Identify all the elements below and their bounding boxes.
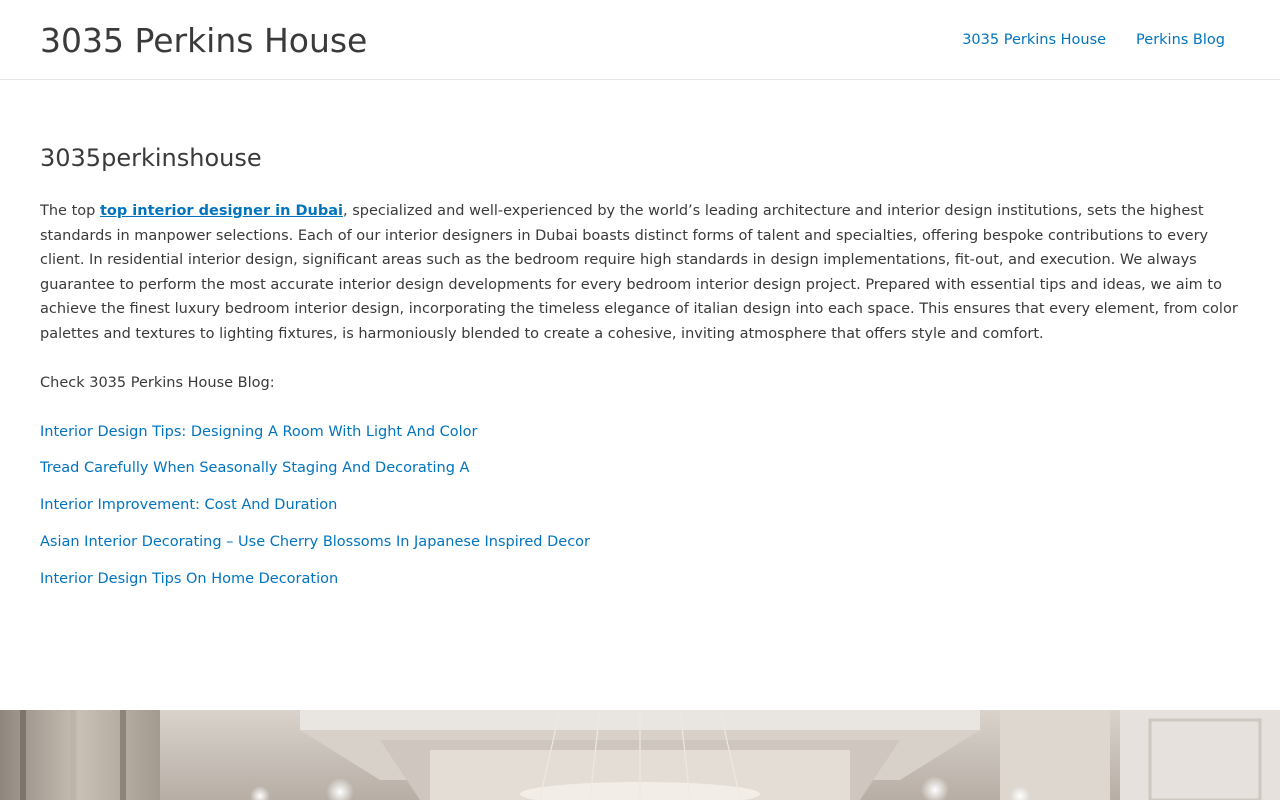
intro-text-rest: , specialized and well-experienced by th… [40, 203, 1238, 342]
interior-room-illustration [0, 710, 1280, 800]
site-title-link[interactable]: 3035 Perkins House [40, 21, 367, 60]
nav-item-3035-perkins-house[interactable]: 3035 Perkins House [962, 32, 1106, 48]
blog-intro-text: Check 3035 Perkins House Blog: [40, 374, 275, 391]
blog-post-link[interactable]: Interior Improvement: Cost And Duration [40, 497, 337, 513]
list-item: Interior Design Tips On Home Decoration [40, 567, 1240, 604]
page-title: 3035perkinshouse [40, 144, 262, 172]
list-item: Interior Design Tips: Designing A Room W… [40, 420, 1240, 457]
interior-designer-dubai-link[interactable]: top interior designer in Dubai [100, 203, 343, 219]
blog-post-link[interactable]: Interior Design Tips On Home Decoration [40, 571, 338, 587]
blog-post-link[interactable]: Tread Carefully When Seasonally Staging … [40, 460, 469, 476]
list-item: Tread Carefully When Seasonally Staging … [40, 456, 1240, 493]
primary-nav: 3035 Perkins House Perkins Blog [962, 32, 1240, 48]
hero-interior-image [0, 710, 1280, 800]
site-header: 3035 Perkins House 3035 Perkins House Pe… [0, 0, 1280, 80]
nav-item-perkins-blog[interactable]: Perkins Blog [1136, 32, 1225, 48]
blog-post-list: Interior Design Tips: Designing A Room W… [40, 420, 1240, 604]
intro-text-start: The top [40, 203, 100, 219]
intro-paragraph: The top top interior designer in Dubai, … [40, 199, 1245, 347]
list-item: Interior Improvement: Cost And Duration [40, 493, 1240, 530]
list-item: Asian Interior Decorating – Use Cherry B… [40, 530, 1240, 567]
blog-post-link[interactable]: Interior Design Tips: Designing A Room W… [40, 424, 478, 440]
blog-post-link[interactable]: Asian Interior Decorating – Use Cherry B… [40, 534, 590, 550]
main-content: 3035perkinshouse The top top interior de… [0, 143, 1280, 604]
